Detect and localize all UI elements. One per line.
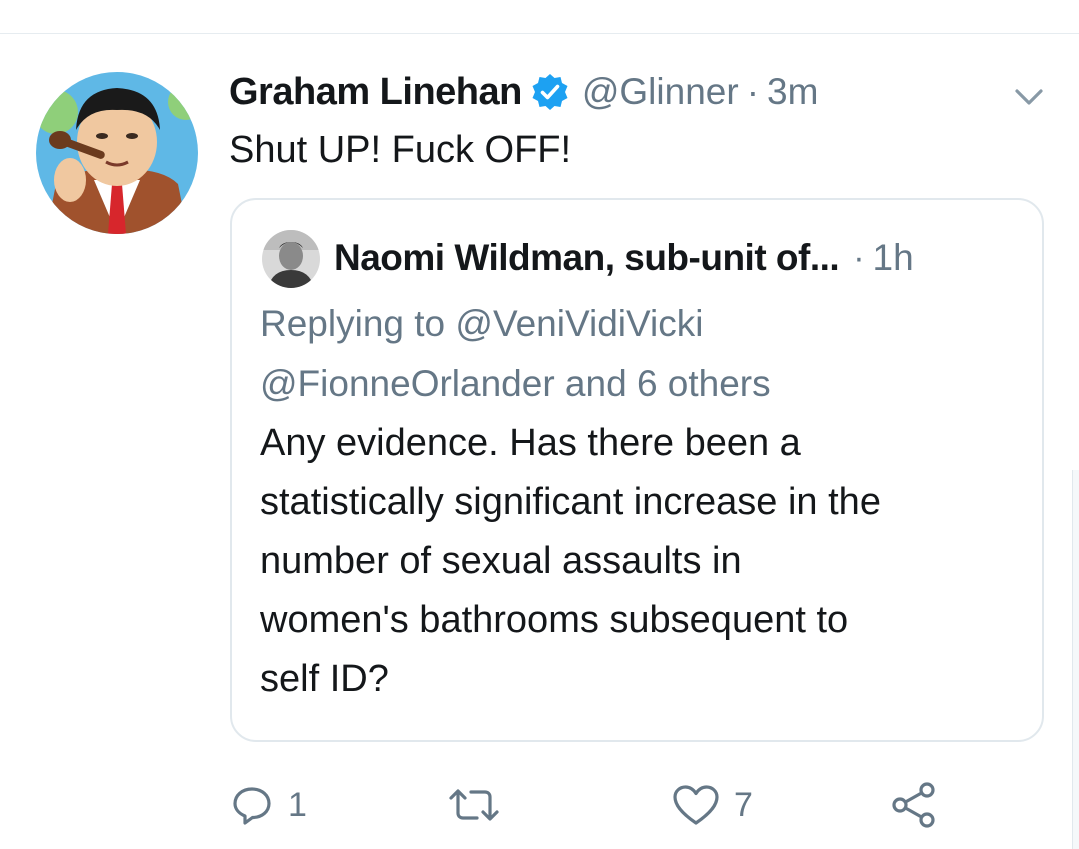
reply-icon bbox=[230, 783, 274, 827]
quoted-text-line: number of sexual assaults in bbox=[260, 540, 742, 582]
author-display-name[interactable]: Graham Linehan bbox=[229, 71, 522, 114]
quoted-text-line: self ID? bbox=[260, 658, 389, 700]
top-divider bbox=[0, 33, 1079, 34]
quoted-tweet-timestamp: 1h bbox=[872, 237, 914, 278]
heart-icon bbox=[672, 783, 720, 827]
share-icon bbox=[890, 781, 938, 829]
like-button[interactable]: 7 bbox=[672, 770, 753, 840]
quoted-text-line: Any evidence. Has there been a bbox=[260, 422, 801, 464]
quoted-author-display-name: Naomi Wildman, sub-unit of... bbox=[334, 237, 840, 278]
like-count: 7 bbox=[734, 785, 753, 824]
tweet-timestamp[interactable]: 3m bbox=[767, 71, 818, 113]
share-button[interactable] bbox=[890, 770, 952, 840]
chevron-down-icon[interactable] bbox=[1012, 80, 1046, 114]
quoted-replying-to: Replying to @VeniVidiVicki @FionneOrland… bbox=[260, 294, 771, 414]
reply-count: 1 bbox=[288, 785, 307, 824]
quoted-tweet-card[interactable]: Naomi Wildman, sub-unit of... · 1h Reply… bbox=[230, 198, 1044, 742]
quoted-author-avatar bbox=[262, 230, 320, 288]
tweet-page: Graham Linehan @Glinner · 3m Shut UP! Fu… bbox=[0, 0, 1079, 849]
quoted-header-separator: · bbox=[853, 238, 865, 277]
reply-button[interactable]: 1 bbox=[230, 770, 307, 840]
author-handle[interactable]: @Glinner bbox=[582, 71, 739, 113]
tweet-header: Graham Linehan @Glinner · 3m bbox=[229, 66, 818, 118]
quoted-tweet-header: Naomi Wildman, sub-unit of... · 1h bbox=[334, 232, 914, 284]
quoted-text-line: women's bathrooms subsequent to bbox=[260, 599, 849, 641]
quoted-text-line: statistically significant increase in th… bbox=[260, 481, 881, 523]
header-separator: · bbox=[746, 71, 760, 112]
replying-to-line-2: @FionneOrlander and 6 others bbox=[260, 363, 771, 404]
tweet-action-bar: 1 7 bbox=[0, 770, 1079, 840]
verified-badge-icon bbox=[530, 72, 570, 112]
replying-to-line-1: Replying to @VeniVidiVicki bbox=[260, 303, 704, 344]
quoted-tweet-text: Any evidence. Has there been a statistic… bbox=[260, 414, 881, 709]
retweet-icon bbox=[448, 783, 500, 827]
tweet-text: Shut UP! Fuck OFF! bbox=[229, 129, 572, 171]
author-avatar[interactable] bbox=[36, 72, 198, 234]
retweet-button[interactable] bbox=[448, 770, 514, 840]
